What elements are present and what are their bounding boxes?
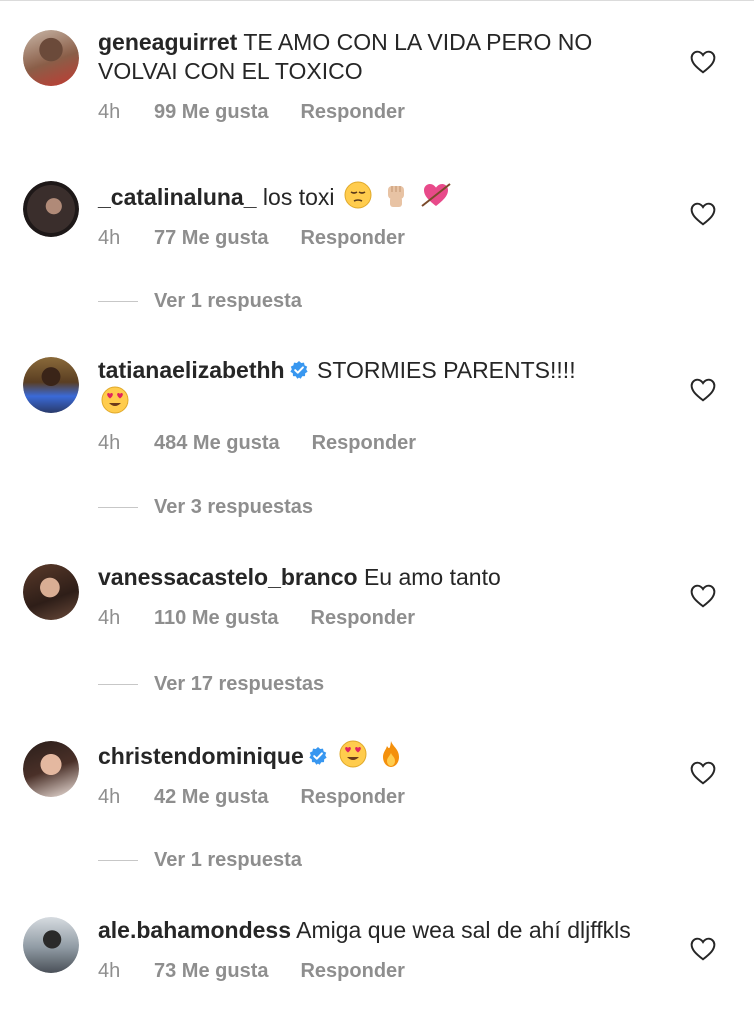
heart-outline-icon[interactable] [690,50,716,74]
view-replies-button[interactable]: Ver 17 respuestas [98,673,498,696]
heart-outline-icon[interactable] [690,378,716,402]
avatar[interactable] [23,741,79,797]
comment-time: 4h [98,101,121,123]
comment-username[interactable]: tatianaelizabethh [98,357,285,383]
comment-content: los toxi [262,184,335,210]
heart-eyes-emoji [339,740,367,768]
comment-username[interactable]: vanessacastelo_branco [98,564,358,590]
view-replies-label[interactable]: Ver 1 respuesta [154,290,302,312]
view-replies-label[interactable]: Ver 1 respuesta [154,849,302,871]
reply-button[interactable]: Responder [311,606,415,630]
heart-outline-icon[interactable] [690,937,716,961]
comment-text: vanessacastelo_branco Eu amo tanto [98,563,658,592]
comment-likes[interactable]: 484 Me gusta [154,431,280,455]
verified-badge-icon [309,747,327,765]
comment-content: Eu amo tanto [363,564,501,590]
replies-divider [98,507,138,509]
comment-meta: 4h 110 Me gusta Responder [98,606,658,630]
top-divider [0,0,754,1]
avatar[interactable] [23,917,79,973]
comment-text: ale.bahamondess Amiga que wea sal de ahí… [98,916,658,945]
heart-outline-icon[interactable] [690,761,716,785]
comment-content: STORMIES PARENTS!!!! [317,357,576,383]
reply-button[interactable]: Responder [300,959,404,983]
view-replies-label[interactable]: Ver 3 respuestas [154,496,313,518]
comment-likes[interactable]: 77 Me gusta [154,226,268,250]
comment-username[interactable]: geneaguirret [98,29,237,55]
reply-button[interactable]: Responder [312,431,416,455]
pensive-face-emoji [344,181,372,209]
comment-username[interactable]: christendominique [98,743,304,769]
heart-outline-icon[interactable] [690,202,716,226]
verified-badge-icon [290,361,308,379]
comment-content: Amiga que wea sal de ahí dljffkls [296,917,631,943]
view-replies-button[interactable]: Ver 1 respuesta [98,290,498,313]
comment-text: _catalinaluna_ los toxi [98,180,658,212]
comment-likes[interactable]: 73 Me gusta [154,959,268,983]
view-replies-label[interactable]: Ver 17 respuestas [154,673,324,695]
comment-text: tatianaelizabethh STORMIES PARENTS!!!! [98,356,658,417]
heart-eyes-emoji [101,386,129,414]
view-replies-button[interactable]: Ver 3 respuestas [98,496,498,519]
comment-meta: 4h 73 Me gusta Responder [98,959,658,983]
comment-meta: 4h 77 Me gusta Responder [98,226,658,250]
comment-username[interactable]: _catalinaluna_ [98,184,257,210]
replies-divider [98,684,138,686]
avatar[interactable] [23,30,79,86]
heart-arrow-emoji [421,183,451,207]
avatar[interactable] [23,357,79,413]
view-replies-button[interactable]: Ver 1 respuesta [98,849,498,872]
comment-likes[interactable]: 99 Me gusta [154,100,268,124]
comment-meta: 4h 42 Me gusta Responder [98,785,658,809]
avatar[interactable] [23,181,79,237]
comment-text: christendominique [98,739,658,771]
replies-divider [98,860,138,862]
comment-username[interactable]: ale.bahamondess [98,917,291,943]
comment-time: 4h [98,607,121,629]
comment-time: 4h [98,432,121,454]
reply-button[interactable]: Responder [300,226,404,250]
reply-button[interactable]: Responder [300,100,404,124]
raised-fist-emoji [388,186,405,207]
fire-emoji [382,741,399,767]
comment-text: geneaguirret TE AMO CON LA VIDA PERO NO … [98,28,658,86]
comment-time: 4h [98,960,121,982]
replies-divider [98,301,138,303]
reply-button[interactable]: Responder [300,785,404,809]
comment-time: 4h [98,786,121,808]
avatar[interactable] [23,564,79,620]
comment-likes[interactable]: 110 Me gusta [154,606,279,630]
comment-time: 4h [98,227,121,249]
comment-meta: 4h 99 Me gusta Responder [98,100,658,124]
heart-outline-icon[interactable] [690,584,716,608]
comment-meta: 4h 484 Me gusta Responder [98,431,658,455]
comment-likes[interactable]: 42 Me gusta [154,785,268,809]
